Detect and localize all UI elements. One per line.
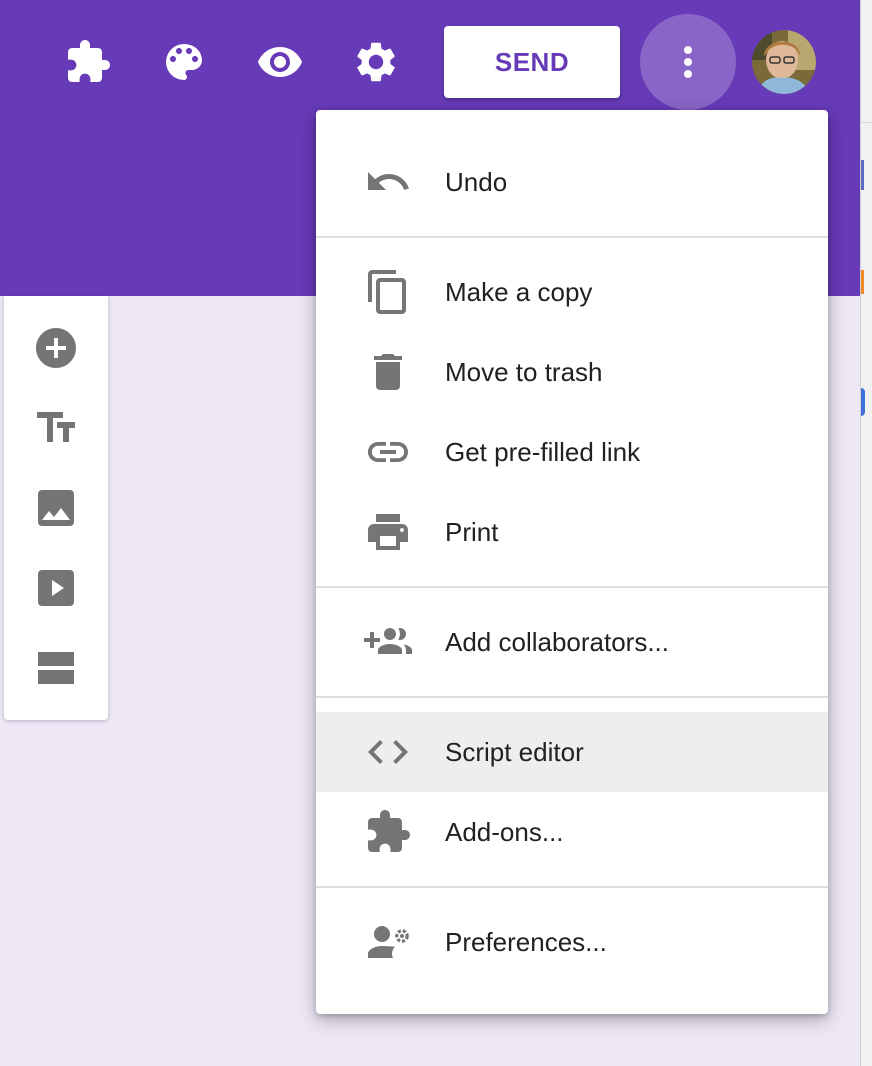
add-question-icon	[36, 328, 76, 368]
menu-item-prefilled-link[interactable]: Get pre-filled link	[316, 412, 828, 492]
add-image-button[interactable]	[28, 480, 84, 536]
add-people-icon	[364, 618, 412, 666]
menu-item-label: Script editor	[445, 737, 584, 767]
menu-item-add-ons[interactable]: Add-ons...	[316, 792, 828, 872]
link-icon	[364, 428, 412, 476]
menu-item-preferences[interactable]: Preferences...	[316, 902, 828, 982]
menu-item-label: Add-ons...	[445, 817, 564, 847]
print-icon	[364, 508, 412, 556]
add-video-button[interactable]	[28, 560, 84, 616]
add-title-button[interactable]	[28, 400, 84, 456]
menu-item-print[interactable]: Print	[316, 492, 828, 572]
menu-item-label: Make a copy	[445, 277, 593, 307]
menu-item-undo[interactable]: Undo	[316, 142, 828, 222]
title-text-icon	[37, 412, 75, 442]
menu-item-make-copy[interactable]: Make a copy	[316, 252, 828, 332]
menu-item-label: Get pre-filled link	[445, 437, 641, 467]
settings-gear-icon[interactable]	[352, 38, 400, 86]
menu-item-add-collaborators[interactable]: Add collaborators...	[316, 602, 828, 682]
copy-icon	[364, 268, 412, 316]
user-avatar[interactable]	[752, 30, 816, 94]
palette-icon[interactable]	[160, 38, 208, 86]
addons-puzzle-icon[interactable]	[64, 38, 112, 86]
menu-item-label: Undo	[445, 167, 508, 197]
more-vert-icon	[684, 46, 692, 78]
menu-divider	[316, 696, 828, 698]
question-toolbar	[4, 296, 108, 720]
add-question-button[interactable]	[28, 320, 84, 376]
image-icon	[38, 490, 74, 526]
section-icon	[38, 652, 74, 684]
menu-divider	[316, 586, 828, 588]
trash-icon	[364, 348, 412, 396]
menu-item-move-to-trash[interactable]: Move to trash	[316, 332, 828, 412]
menu-item-label: Move to trash	[445, 357, 603, 387]
person-settings-icon	[364, 918, 412, 966]
right-edge-strip	[860, 0, 872, 1066]
menu-divider	[316, 236, 828, 238]
video-icon	[38, 570, 74, 606]
preview-eye-icon[interactable]	[256, 38, 304, 86]
puzzle-icon	[364, 808, 412, 856]
menu-item-label: Preferences...	[445, 927, 607, 957]
send-button[interactable]: SEND	[444, 26, 620, 98]
menu-divider	[316, 886, 828, 888]
undo-icon	[364, 158, 412, 206]
code-icon	[364, 728, 412, 776]
more-options-button[interactable]	[640, 14, 736, 110]
menu-item-label: Print	[445, 517, 499, 547]
add-section-button[interactable]	[28, 640, 84, 696]
more-options-menu: Undo Make a copy Move to trash Get pre-f…	[316, 110, 828, 1014]
menu-item-script-editor[interactable]: Script editor	[316, 712, 828, 792]
menu-item-label: Add collaborators...	[445, 627, 670, 657]
